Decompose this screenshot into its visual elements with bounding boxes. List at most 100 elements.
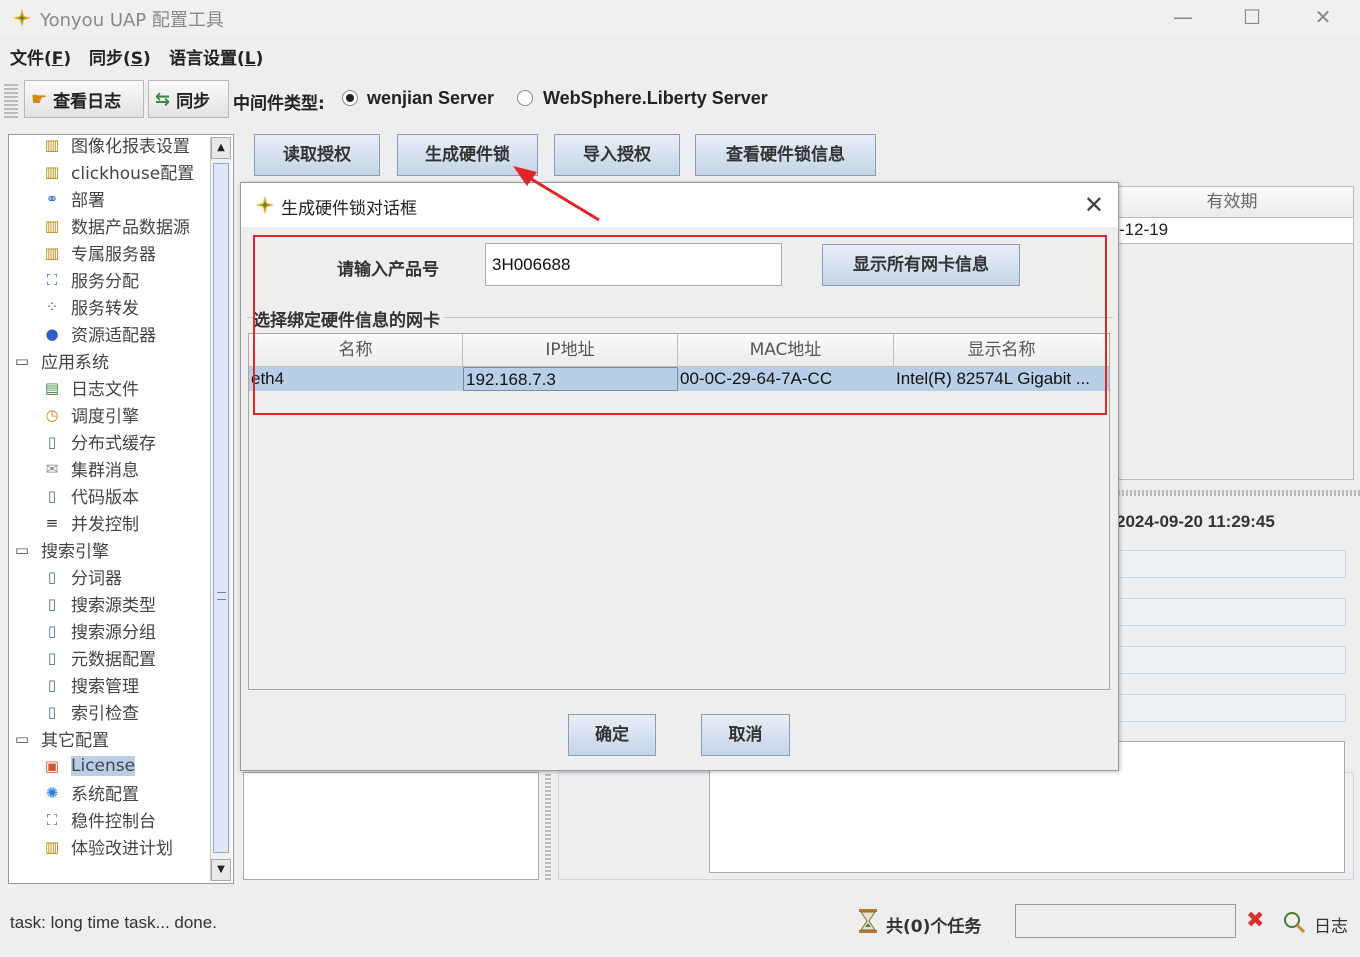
folder-icon: ▭ xyxy=(14,351,30,370)
tree-folder-node[interactable]: ▭ 应用系统 xyxy=(9,347,209,374)
cancel-task-icon[interactable]: ✖ xyxy=(1246,908,1264,933)
network-icon: ⛶ xyxy=(46,810,58,829)
network-icon: ⛶ xyxy=(46,270,58,289)
menu-language-label: 语言设置( xyxy=(169,49,245,69)
window-titlebar: Yonyou UAP 配置工具 — ☐ ✕ xyxy=(0,0,1360,36)
radio-websphere-label[interactable]: WebSphere.Liberty Server xyxy=(543,88,768,109)
tree-item[interactable]: ▯ 分布式缓存 xyxy=(9,428,209,455)
scroll-thumb[interactable] xyxy=(213,163,229,853)
tree-item[interactable]: ▥ clickhouse配置 xyxy=(9,158,209,185)
radio-wenjian-server[interactable] xyxy=(342,90,358,106)
tree-item[interactable]: ● 资源适配器 xyxy=(9,320,209,347)
split-divider-vertical[interactable] xyxy=(545,772,551,880)
tree-item[interactable]: ⚭ 部署 xyxy=(9,185,209,212)
tree-item-label: 搜索管理 xyxy=(71,677,139,697)
tree-item[interactable]: ▥ 专属服务器 xyxy=(9,239,209,266)
middleware-label: 中间件类型: xyxy=(233,94,325,114)
menu-sync[interactable]: 同步(S) xyxy=(89,44,151,69)
toolbar-grip[interactable] xyxy=(4,82,18,118)
config-icon: ▥ xyxy=(44,837,60,856)
tree-item[interactable]: ✉ 集群消息 xyxy=(9,455,209,482)
scroll-down-arrow[interactable]: ▼ xyxy=(211,859,231,881)
tree-item-label: 分词器 xyxy=(71,569,122,589)
sync-label: 同步 xyxy=(176,91,211,112)
tree-item[interactable]: ▯ 分词器 xyxy=(9,563,209,590)
lines-icon: ≡ xyxy=(45,513,59,532)
tree-item[interactable]: ▤ 日志文件 xyxy=(9,374,209,401)
split-divider[interactable] xyxy=(1110,490,1360,496)
close-window-button[interactable]: ✕ xyxy=(1303,4,1343,30)
dialog-close-button[interactable]: ✕ xyxy=(1084,191,1104,219)
maximize-button[interactable]: ☐ xyxy=(1232,4,1272,30)
menu-bar: 文件(F) 同步(S) 语言设置(L) xyxy=(0,38,1360,74)
config-icon: ▥ xyxy=(44,216,60,235)
document-icon: ▯ xyxy=(47,486,57,505)
log-label[interactable]: 日志 xyxy=(1314,912,1348,937)
menu-file-mnemonic: F xyxy=(51,49,64,69)
tree-item-label: 搜索源类型 xyxy=(71,596,156,616)
dialog-titlebar: 生成硬件锁对话框 ✕ xyxy=(241,183,1118,227)
bg-field-4 xyxy=(1110,694,1346,722)
app-logo-icon xyxy=(13,9,31,27)
tree-item[interactable]: ▣ License xyxy=(9,752,209,779)
dialog-logo-icon xyxy=(256,196,274,214)
status-progress-field xyxy=(1015,904,1236,938)
tree-item-label: 系统配置 xyxy=(71,785,139,805)
tree-item[interactable]: ◷ 调度引擎 xyxy=(9,401,209,428)
tree-item[interactable]: ▯ 代码版本 xyxy=(9,482,209,509)
clock-icon: ◷ xyxy=(45,405,59,424)
minimize-button[interactable]: — xyxy=(1163,4,1203,30)
tree-item[interactable]: ≡ 并发控制 xyxy=(9,509,209,536)
tree-item-label: 索引检查 xyxy=(71,704,139,724)
log-search-icon[interactable] xyxy=(1282,910,1306,934)
tree-folder-node[interactable]: ▭ 其它配置 xyxy=(9,725,209,752)
tree-item-label: 稳件控制台 xyxy=(71,812,156,832)
folder-icon: ▭ xyxy=(14,729,30,748)
tree-item[interactable]: ⁘ 服务转发 xyxy=(9,293,209,320)
ok-button[interactable]: 确定 xyxy=(568,714,656,756)
scroll-up-arrow[interactable]: ▲ xyxy=(211,137,231,159)
tree-item[interactable]: ▥ 图像化报表设置 xyxy=(9,135,209,158)
tree-item[interactable]: ⛶ 稳件控制台 xyxy=(9,806,209,833)
sync-button[interactable]: ⇆ 同步 xyxy=(148,80,229,118)
tree-list: ▥ 图像化报表设置 ▥ clickhouse配置 ⚭ 部署 ▥ 数据产品数据源 ▥ 专属服务器 ⛶ 服… xyxy=(9,135,209,860)
tree-item-label: 数据产品数据源 xyxy=(71,218,190,238)
menu-language[interactable]: 语言设置(L) xyxy=(169,44,263,69)
tree-scrollbar[interactable]: ▲ ▼ xyxy=(210,137,231,881)
tree-item[interactable]: ▯ 索引检查 xyxy=(9,698,209,725)
bg-field-3 xyxy=(1110,646,1346,674)
log-hand-icon: ☛ xyxy=(31,88,48,110)
bg-table-cell: -12-19 xyxy=(1110,218,1354,244)
tree-folder-node[interactable]: ▭ 搜索引擎 xyxy=(9,536,209,563)
tree-item[interactable]: ▯ 元数据配置 xyxy=(9,644,209,671)
bg-field-2 xyxy=(1110,598,1346,626)
document-icon: ▯ xyxy=(47,675,57,694)
tree-item-label: 分布式缓存 xyxy=(71,434,156,454)
tree-item[interactable]: ▯ 搜索源类型 xyxy=(9,590,209,617)
tree-item-label: 搜索引擎 xyxy=(41,542,109,562)
tree-item-label: 服务分配 xyxy=(71,272,139,292)
tree-item-label: 部署 xyxy=(71,191,105,211)
menu-file-paren: ) xyxy=(63,49,72,69)
radio-wenjian-label[interactable]: wenjian Server xyxy=(367,88,494,109)
tree-item-label: 专属服务器 xyxy=(71,245,156,265)
deploy-icon: ⚭ xyxy=(45,189,59,208)
tree-item[interactable]: ▥ 体验改进计划 xyxy=(9,833,209,860)
tree-item[interactable]: ⛶ 服务分配 xyxy=(9,266,209,293)
cancel-button[interactable]: 取消 xyxy=(701,714,790,756)
tree-item[interactable]: ▯ 搜索管理 xyxy=(9,671,209,698)
read-license-button[interactable]: 读取授权 xyxy=(254,134,380,176)
tree-item[interactable]: ▥ 数据产品数据源 xyxy=(9,212,209,239)
navigation-tree[interactable]: ▥ 图像化报表设置 ▥ clickhouse配置 ⚭ 部署 ▥ 数据产品数据源 ▥ 专属服务器 ⛶ 服… xyxy=(8,134,234,884)
menu-file[interactable]: 文件(F) xyxy=(10,44,71,69)
config-icon: ▥ xyxy=(44,162,60,181)
document-icon: ▯ xyxy=(47,432,57,451)
view-log-button[interactable]: ☛ 查看日志 xyxy=(24,80,144,118)
tree-item[interactable]: ✺ 系统配置 xyxy=(9,779,209,806)
view-lock-info-button[interactable]: 查看硬件锁信息 xyxy=(695,134,876,176)
radio-websphere-liberty[interactable] xyxy=(517,90,533,106)
tree-item[interactable]: ▯ 搜索源分组 xyxy=(9,617,209,644)
adapter-icon: ● xyxy=(45,324,59,343)
dialog-title: 生成硬件锁对话框 xyxy=(281,199,417,219)
document-icon: ▯ xyxy=(47,648,57,667)
